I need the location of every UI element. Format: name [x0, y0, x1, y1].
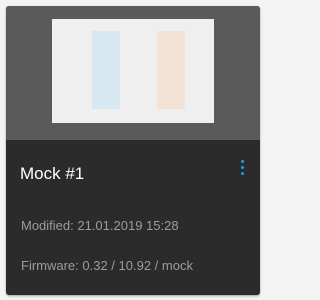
firmware-version: Firmware: 0.32 / 10.92 / mock: [21, 258, 193, 273]
device-preview: [6, 6, 260, 140]
preview-bar-orange: [157, 31, 185, 109]
modified-date: Modified: 21.01.2019 15:28: [21, 218, 179, 233]
preview-bar-blue: [92, 31, 120, 109]
more-vert-icon[interactable]: [236, 155, 248, 179]
preview-thumbnail: [52, 19, 214, 123]
menu-dot: [240, 171, 244, 175]
device-card[interactable]: Mock #1 Modified: 21.01.2019 15:28 Firmw…: [6, 6, 260, 295]
device-title: Mock #1: [20, 164, 85, 183]
menu-dot: [240, 165, 244, 169]
menu-dot: [240, 159, 244, 163]
